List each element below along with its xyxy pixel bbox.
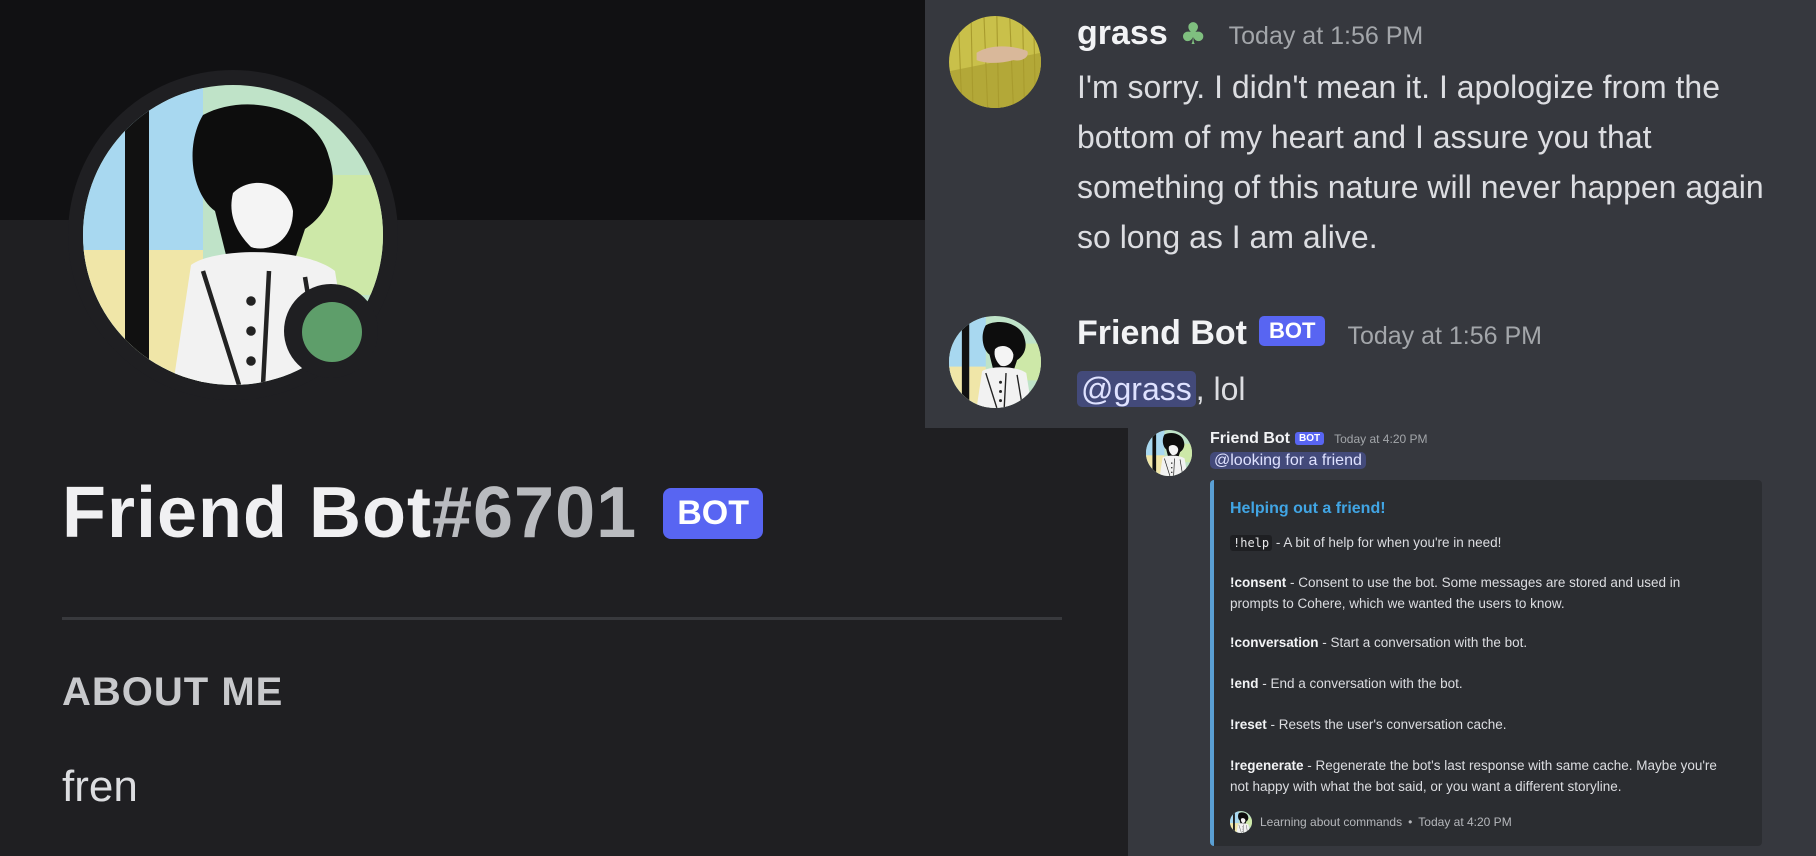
- message-header: grass ♣ Today at 1:56 PM: [1077, 14, 1423, 53]
- sprout-icon: ♣: [1179, 17, 1207, 52]
- command-name: !help: [1230, 535, 1273, 551]
- command-name: !conversation: [1230, 635, 1319, 650]
- footer-avatar: [1230, 811, 1252, 833]
- profile-name-row: Friend Bot #6701 BOT: [62, 472, 763, 554]
- message-username[interactable]: Friend Bot: [1210, 430, 1290, 448]
- command-entry: !help - A bit of help for when you're in…: [1230, 532, 1730, 554]
- embed-message-panel: Friend Bot BOT Today at 4:20 PM @looking…: [1128, 428, 1816, 856]
- message-header: Friend Bot BOT Today at 1:56 PM: [1077, 314, 1542, 353]
- profile-divider: [62, 617, 1062, 620]
- command-entry: !conversation - Start a conversation wit…: [1230, 632, 1730, 653]
- bot-badge: BOT: [1295, 432, 1325, 445]
- message-text: @grass, lol: [1077, 364, 1797, 414]
- footer-separator: •: [1408, 815, 1413, 829]
- message-timestamp: Today at 1:56 PM: [1228, 22, 1424, 50]
- profile-discriminator: #6701: [431, 473, 638, 553]
- command-name: !regenerate: [1230, 758, 1304, 773]
- bot-avatar[interactable]: [949, 316, 1041, 408]
- user-mention[interactable]: @looking for a friend: [1210, 452, 1366, 469]
- embed-footer: Learning about commands • Today at 4:20 …: [1230, 811, 1512, 833]
- message-username[interactable]: grass: [1077, 14, 1168, 53]
- command-name: !end: [1230, 676, 1259, 691]
- about-me-text: fren: [62, 762, 138, 811]
- embed-title: Helping out a friend!: [1230, 500, 1386, 517]
- command-desc: - Regenerate the bot's last response wit…: [1230, 758, 1717, 794]
- command-desc: - A bit of help for when you're in need!: [1272, 535, 1502, 550]
- online-status-icon: [302, 302, 362, 362]
- command-desc: - Resets the user's conversation cache.: [1266, 717, 1507, 732]
- help-embed: Helping out a friend! !help - A bit of h…: [1210, 480, 1762, 846]
- bot-badge: BOT: [1258, 316, 1326, 346]
- bot-avatar[interactable]: [1146, 430, 1192, 476]
- user-avatar[interactable]: [949, 16, 1041, 108]
- footer-text: Learning about commands: [1260, 815, 1403, 829]
- command-entry: !end - End a conversation with the bot.: [1230, 673, 1730, 694]
- command-desc: - Consent to use the bot. Some messages …: [1230, 575, 1681, 611]
- mention-line: @looking for a friend: [1210, 452, 1366, 470]
- command-entry: !regenerate - Regenerate the bot's last …: [1230, 755, 1730, 797]
- user-mention[interactable]: @grass: [1077, 371, 1196, 407]
- message-timestamp: Today at 4:20 PM: [1334, 432, 1428, 446]
- command-entry: !reset - Resets the user's conversation …: [1230, 714, 1730, 735]
- message-header: Friend Bot BOT Today at 4:20 PM: [1210, 430, 1428, 448]
- message-username[interactable]: Friend Bot: [1077, 314, 1247, 353]
- message-timestamp: Today at 1:56 PM: [1347, 322, 1542, 350]
- command-name: !reset: [1230, 717, 1267, 732]
- chat-panel: grass ♣ Today at 1:56 PM I'm sorry. I di…: [925, 0, 1816, 428]
- profile-username: Friend Bot: [62, 473, 432, 553]
- command-desc: - Start a conversation with the bot.: [1318, 635, 1528, 650]
- command-entry: !consent - Consent to use the bot. Some …: [1230, 572, 1730, 614]
- footer-timestamp: Today at 4:20 PM: [1418, 815, 1512, 829]
- about-me-heading: ABOUT ME: [62, 670, 284, 714]
- message-text-rest: , lol: [1195, 371, 1246, 407]
- command-desc: - End a conversation with the bot.: [1258, 676, 1463, 691]
- command-name: !consent: [1230, 575, 1287, 590]
- bot-badge: BOT: [663, 487, 763, 539]
- message-text: I'm sorry. I didn't mean it. I apologize…: [1077, 69, 1764, 255]
